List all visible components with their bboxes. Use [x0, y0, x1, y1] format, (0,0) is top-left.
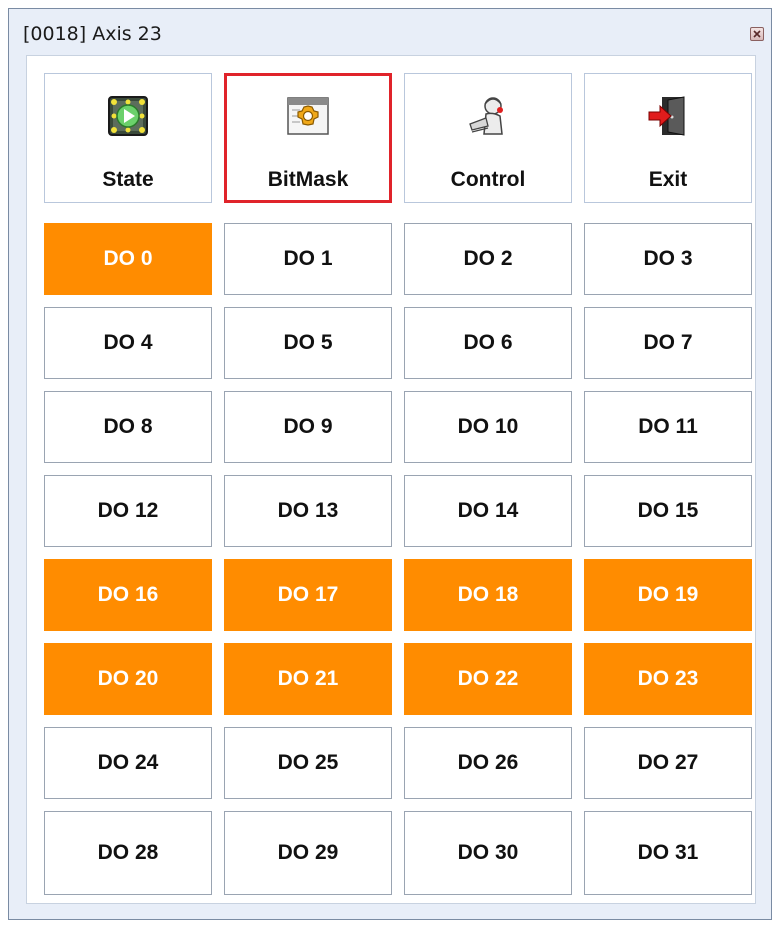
content-panel: State BitMask Control Exit DO 0 DO 1 DO … — [26, 55, 756, 904]
control-operator-icon — [466, 94, 510, 138]
do-button-14[interactable]: DO 14 — [404, 475, 572, 547]
do-button-1[interactable]: DO 1 — [224, 223, 392, 295]
do-button-20[interactable]: DO 20 — [44, 643, 212, 715]
control-label: Control — [450, 168, 526, 191]
do-button-7[interactable]: DO 7 — [584, 307, 752, 379]
do-button-3[interactable]: DO 3 — [584, 223, 752, 295]
do-button-5[interactable]: DO 5 — [224, 307, 392, 379]
digital-output-grid: DO 0 DO 1 DO 2 DO 3 DO 4 DO 5 DO 6 DO 7 DO 8 DO 9… — [44, 223, 752, 895]
do-button-8[interactable]: DO 8 — [44, 391, 212, 463]
do-button-30[interactable]: DO 30 — [404, 811, 572, 895]
do-button-6[interactable]: DO 6 — [404, 307, 572, 379]
toolbar: State BitMask Control Exit — [44, 73, 752, 203]
do-button-21[interactable]: DO 21 — [224, 643, 392, 715]
bitmask-gear-icon — [286, 94, 330, 138]
exit-button[interactable]: Exit — [584, 73, 752, 203]
state-label: State — [102, 168, 154, 191]
do-button-10[interactable]: DO 10 — [404, 391, 572, 463]
do-button-18[interactable]: DO 18 — [404, 559, 572, 631]
do-button-27[interactable]: DO 27 — [584, 727, 752, 799]
close-icon — [753, 30, 761, 38]
close-button[interactable] — [750, 27, 764, 41]
do-button-13[interactable]: DO 13 — [224, 475, 392, 547]
do-button-28[interactable]: DO 28 — [44, 811, 212, 895]
do-button-25[interactable]: DO 25 — [224, 727, 392, 799]
do-button-0[interactable]: DO 0 — [44, 223, 212, 295]
do-button-19[interactable]: DO 19 — [584, 559, 752, 631]
do-button-16[interactable]: DO 16 — [44, 559, 212, 631]
do-button-11[interactable]: DO 11 — [584, 391, 752, 463]
bitmask-label: BitMask — [267, 168, 349, 191]
control-button[interactable]: Control — [404, 73, 572, 203]
do-button-29[interactable]: DO 29 — [224, 811, 392, 895]
do-button-23[interactable]: DO 23 — [584, 643, 752, 715]
do-button-31[interactable]: DO 31 — [584, 811, 752, 895]
do-button-4[interactable]: DO 4 — [44, 307, 212, 379]
do-button-24[interactable]: DO 24 — [44, 727, 212, 799]
do-button-17[interactable]: DO 17 — [224, 559, 392, 631]
bitmask-button[interactable]: BitMask — [224, 73, 392, 203]
axis-window: [0018] Axis 23 State BitMask Control Exi… — [8, 8, 772, 920]
do-button-22[interactable]: DO 22 — [404, 643, 572, 715]
do-button-26[interactable]: DO 26 — [404, 727, 572, 799]
state-play-icon — [106, 94, 150, 138]
exit-door-icon — [646, 94, 690, 138]
do-button-12[interactable]: DO 12 — [44, 475, 212, 547]
exit-label: Exit — [648, 168, 688, 191]
state-button[interactable]: State — [44, 73, 212, 203]
do-button-2[interactable]: DO 2 — [404, 223, 572, 295]
do-button-9[interactable]: DO 9 — [224, 391, 392, 463]
do-button-15[interactable]: DO 15 — [584, 475, 752, 547]
title-bar: [0018] Axis 23 — [9, 9, 771, 55]
window-title: [0018] Axis 23 — [23, 23, 162, 45]
